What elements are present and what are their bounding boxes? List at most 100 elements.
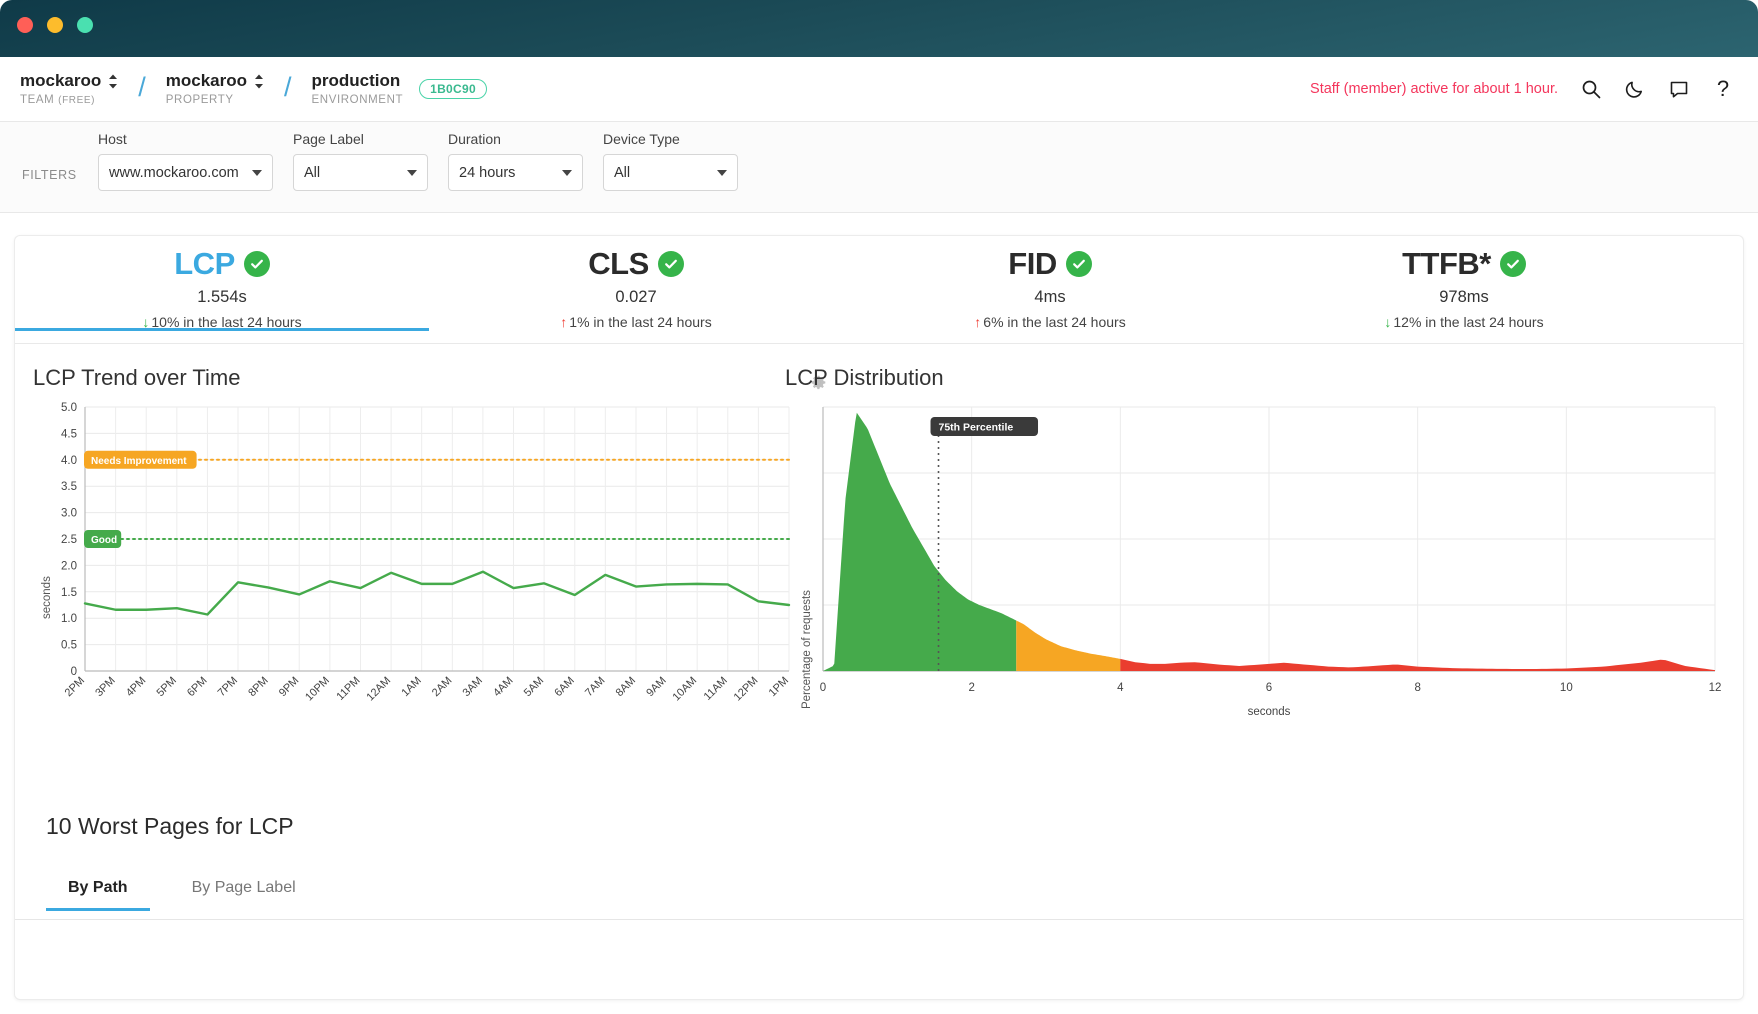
lcp-trend-x-tick: 4PM	[124, 675, 148, 699]
chevron-down-icon	[407, 169, 417, 176]
app-window: mockaroo TEAM (FREE) / mockaroo PROPERTY…	[0, 0, 1758, 1014]
host-select[interactable]: www.mockaroo.com	[98, 154, 273, 191]
lcp-trend-x-tick: 3PM	[93, 675, 117, 699]
dark-mode-icon[interactable]	[1624, 78, 1646, 100]
metric-ttfb-delta-text: 12% in the last 24 hours	[1393, 314, 1544, 330]
metric-lcp-name: LCP	[174, 246, 235, 281]
lcp-distribution-band-needs-improvement	[1016, 620, 1121, 671]
lcp-trend-x-tick: 10AM	[670, 675, 699, 704]
metric-ttfb[interactable]: TTFB* 978ms ↓ 12% in the last 24 hours	[1257, 246, 1671, 330]
breadcrumb-team-sub: TEAM (FREE)	[20, 94, 118, 106]
metrics-row: LCP 1.554s ↓ 10% in the last 24 hours CLS	[15, 236, 1743, 344]
lcp-trend-x-tick: 9AM	[644, 675, 668, 699]
lcp-trend-x-tick: 11PM	[334, 675, 362, 703]
lcp-trend-x-tick: 7PM	[216, 675, 240, 699]
metric-cls-name: CLS	[588, 246, 649, 281]
device-type-select[interactable]: All	[603, 154, 738, 191]
environment-id-badge[interactable]: 1B0C90	[419, 79, 487, 99]
filter-host: Host www.mockaroo.com	[98, 131, 273, 191]
lcp-trend-y-tick: 4.0	[61, 455, 77, 467]
lcp-distribution-x-tick: 0	[820, 682, 826, 694]
host-select-value: www.mockaroo.com	[109, 164, 239, 181]
filters-bar: FILTERS Host www.mockaroo.com Page Label…	[0, 122, 1758, 332]
lcp-distribution-x-tick: 10	[1560, 682, 1573, 694]
lcp-trend-x-tick: 2AM	[430, 675, 454, 699]
filter-page-label: Page Label All	[293, 131, 428, 191]
metric-lcp-active-underline	[15, 328, 429, 331]
lcp-threshold-badge: Good	[91, 535, 117, 546]
chevron-updown-icon[interactable]	[108, 74, 118, 89]
breadcrumb-property[interactable]: mockaroo PROPERTY	[165, 71, 264, 106]
lcp-trend-y-tick: 0.5	[61, 640, 77, 652]
feedback-icon[interactable]	[1668, 78, 1690, 100]
metric-fid[interactable]: FID 4ms ↑ 6% in the last 24 hours	[843, 246, 1257, 330]
lcp-distribution-x-tick: 6	[1266, 682, 1272, 694]
worst-pages-title: 10 Worst Pages for LCP	[46, 813, 294, 839]
maximize-button[interactable]	[77, 17, 93, 33]
filter-page-label-label: Page Label	[293, 131, 364, 147]
metric-lcp-value: 1.554s	[197, 288, 247, 306]
close-button[interactable]	[17, 17, 33, 33]
lcp-trend-x-tick: 3AM	[461, 675, 485, 699]
staff-activity-notice: Staff (member) active for about 1 hour.	[1310, 81, 1558, 97]
lcp-distribution-svg: 0 2 4 6 8 10 12 75th Percentile seconds	[820, 406, 1722, 718]
breadcrumb-team-plan: (FREE)	[58, 94, 96, 106]
lcp-trend-y-tick: 1.5	[61, 587, 77, 599]
check-circle-icon	[1499, 251, 1526, 277]
filter-host-label: Host	[98, 131, 127, 147]
metric-cls-value: 0.027	[615, 288, 657, 306]
lcp-distribution-band-good	[823, 412, 1017, 671]
help-icon[interactable]: ?	[1712, 78, 1734, 100]
lcp-trend-y-tick: 2.5	[61, 534, 77, 546]
lcp-trend-y-tick: 3.5	[61, 481, 77, 493]
search-icon[interactable]	[1580, 78, 1602, 100]
lcp-trend-svg: 00.51.01.52.02.53.03.54.04.55.02PM 3PM 4PM…	[61, 402, 791, 704]
check-circle-icon	[243, 251, 270, 277]
lcp-trend-x-tick: 11AM	[702, 675, 730, 703]
breadcrumb-property-name: mockaroo	[165, 71, 248, 91]
metric-cls[interactable]: CLS 0.027 ↑ 1% in the last 24 hours	[429, 246, 843, 330]
arrow-up-icon: ↑	[974, 314, 982, 330]
lcp-trend-x-tick: 1AM	[399, 675, 423, 699]
lcp-trend-x-tick: 9PM	[277, 675, 301, 699]
lcp-trend-x-tick: 5PM	[154, 675, 178, 699]
metric-cls-delta-text: 1% in the last 24 hours	[569, 314, 712, 330]
metric-fid-delta-text: 6% in the last 24 hours	[983, 314, 1126, 330]
app-header: mockaroo TEAM (FREE) / mockaroo PROPERTY…	[0, 57, 1758, 122]
tab-by-page-label[interactable]: By Page Label	[170, 871, 318, 911]
lcp-trend-x-tick: 8PM	[246, 675, 270, 699]
window-controls	[17, 17, 93, 33]
duration-select[interactable]: 24 hours	[448, 154, 583, 191]
chevron-updown-icon[interactable]	[254, 74, 264, 89]
metric-ttfb-delta: ↓ 12% in the last 24 hours	[1257, 314, 1671, 330]
arrow-up-icon: ↑	[560, 314, 568, 330]
breadcrumb-environment-sub: ENVIRONMENT	[311, 93, 404, 106]
lcp-trend-title: LCP Trend over Time	[33, 365, 241, 390]
chevron-down-icon	[562, 169, 572, 176]
metric-lcp[interactable]: LCP 1.554s ↓ 10% in the last 24 hours	[15, 246, 429, 331]
lcp-trend-x-tick: 6PM	[185, 675, 209, 699]
header-actions: Staff (member) active for about 1 hour. …	[1310, 78, 1758, 100]
tab-by-path[interactable]: By Path	[46, 871, 150, 911]
arrow-down-icon: ↓	[1384, 314, 1392, 330]
percentile-annotation-badge: 75th Percentile	[939, 422, 1014, 434]
page-label-select-value: All	[304, 164, 321, 181]
lcp-trend-y-tick: 1.0	[61, 613, 77, 625]
lcp-threshold-badge: Needs Improvement	[91, 456, 187, 467]
page-label-select[interactable]: All	[293, 154, 428, 191]
check-circle-icon	[657, 251, 684, 277]
minimize-button[interactable]	[47, 17, 63, 33]
breadcrumb-environment[interactable]: production ENVIRONMENT	[311, 71, 404, 106]
lcp-trend-x-tick: 7AM	[583, 675, 607, 699]
lcp-distribution-x-tick: 8	[1414, 682, 1420, 694]
charts-area: LCP Trend over Time seconds 0 0.5 1.0 1.5 2.…	[15, 344, 1743, 804]
breadcrumb-team[interactable]: mockaroo TEAM (FREE)	[20, 71, 118, 106]
lcp-trend-x-tick: 10PM	[303, 675, 332, 704]
lcp-trend-x-tick: 6AM	[552, 675, 576, 699]
metric-cls-delta: ↑ 1% in the last 24 hours	[429, 314, 843, 330]
lcp-distribution-x-tick: 12	[1709, 682, 1722, 694]
lcp-distribution-x-tick: 2	[968, 682, 974, 694]
lcp-distribution-chart: Percentage of requests 0 2 4 6 8 10 12 75th Per…	[785, 399, 1725, 769]
lcp-trend-y-tick: 2.0	[61, 560, 77, 572]
lcp-trend-y-tick: 3.0	[61, 508, 77, 520]
